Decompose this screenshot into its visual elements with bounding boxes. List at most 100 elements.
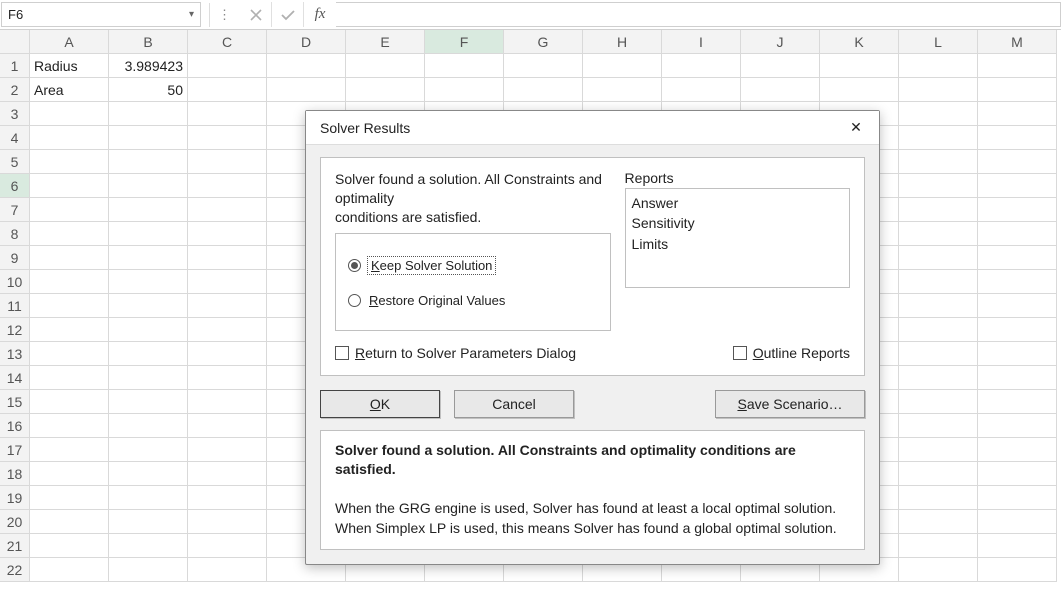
cell[interactable] [188, 342, 267, 366]
cell[interactable] [109, 414, 188, 438]
cell[interactable] [109, 150, 188, 174]
cell[interactable] [899, 534, 978, 558]
cell[interactable] [978, 222, 1057, 246]
cell[interactable] [899, 294, 978, 318]
cell[interactable] [899, 198, 978, 222]
cell[interactable] [30, 198, 109, 222]
cell[interactable] [30, 294, 109, 318]
fx-icon[interactable]: fx [304, 2, 336, 27]
cell[interactable] [899, 390, 978, 414]
cell[interactable] [188, 246, 267, 270]
ok-button[interactable]: OK [320, 390, 440, 418]
cell[interactable] [109, 270, 188, 294]
cell[interactable] [978, 342, 1057, 366]
column-header[interactable]: J [741, 30, 820, 54]
cell[interactable] [662, 78, 741, 102]
cell[interactable] [188, 462, 267, 486]
column-header[interactable]: K [820, 30, 899, 54]
row-header[interactable]: 11 [0, 294, 30, 318]
cell[interactable] [188, 126, 267, 150]
cell[interactable] [899, 174, 978, 198]
save-scenario-button[interactable]: Save Scenario… [715, 390, 865, 418]
name-box[interactable]: F6 ▾ [1, 2, 201, 27]
cell[interactable]: 50 [109, 78, 188, 102]
cell[interactable] [30, 222, 109, 246]
cell[interactable] [188, 174, 267, 198]
chevron-down-icon[interactable]: ▾ [189, 9, 194, 20]
row-header[interactable]: 8 [0, 222, 30, 246]
cell[interactable]: 3.989423 [109, 54, 188, 78]
cell[interactable] [820, 54, 899, 78]
formula-input[interactable] [336, 2, 1061, 27]
cell[interactable] [899, 462, 978, 486]
cell[interactable] [109, 390, 188, 414]
reports-listbox[interactable]: Answer Sensitivity Limits [625, 188, 850, 288]
row-header[interactable]: 17 [0, 438, 30, 462]
cell[interactable] [899, 366, 978, 390]
cell[interactable] [30, 486, 109, 510]
cell[interactable] [978, 78, 1057, 102]
cell[interactable] [109, 318, 188, 342]
cell[interactable] [30, 174, 109, 198]
cell[interactable] [109, 462, 188, 486]
cell[interactable] [109, 174, 188, 198]
row-header[interactable]: 6 [0, 174, 30, 198]
cell[interactable] [978, 54, 1057, 78]
cell[interactable] [30, 558, 109, 582]
cell[interactable] [30, 126, 109, 150]
row-header[interactable]: 4 [0, 126, 30, 150]
row-header[interactable]: 15 [0, 390, 30, 414]
cell[interactable] [504, 78, 583, 102]
cell[interactable] [425, 78, 504, 102]
row-header[interactable]: 12 [0, 318, 30, 342]
cell[interactable] [188, 294, 267, 318]
cell[interactable] [978, 414, 1057, 438]
radio-restore-values[interactable]: Restore Original Values [348, 293, 598, 308]
cell[interactable] [109, 102, 188, 126]
cell[interactable] [899, 150, 978, 174]
row-header[interactable]: 20 [0, 510, 30, 534]
cell[interactable] [109, 366, 188, 390]
row-header[interactable]: 3 [0, 102, 30, 126]
cell[interactable] [425, 54, 504, 78]
cell[interactable] [30, 438, 109, 462]
list-item[interactable]: Answer [632, 193, 843, 213]
cell[interactable] [978, 438, 1057, 462]
cell[interactable] [188, 318, 267, 342]
cell[interactable] [30, 534, 109, 558]
cell[interactable] [820, 78, 899, 102]
row-header[interactable]: 10 [0, 270, 30, 294]
cell[interactable] [109, 558, 188, 582]
dialog-titlebar[interactable]: Solver Results ✕ [306, 111, 879, 145]
cell[interactable] [346, 78, 425, 102]
cell[interactable] [741, 54, 820, 78]
row-header[interactable]: 22 [0, 558, 30, 582]
cell[interactable] [109, 294, 188, 318]
cell[interactable] [30, 414, 109, 438]
cell[interactable] [188, 366, 267, 390]
row-header[interactable]: 18 [0, 462, 30, 486]
cell[interactable] [978, 174, 1057, 198]
cell[interactable] [188, 78, 267, 102]
cell[interactable] [899, 102, 978, 126]
cell[interactable] [109, 198, 188, 222]
cell[interactable] [978, 270, 1057, 294]
cell[interactable] [583, 54, 662, 78]
row-header[interactable]: 1 [0, 54, 30, 78]
cell[interactable] [30, 342, 109, 366]
cell[interactable] [978, 366, 1057, 390]
row-header[interactable]: 13 [0, 342, 30, 366]
column-header[interactable]: G [504, 30, 583, 54]
cell[interactable] [109, 246, 188, 270]
cell[interactable] [346, 54, 425, 78]
column-header[interactable]: H [583, 30, 662, 54]
cell[interactable] [899, 558, 978, 582]
cell[interactable] [188, 198, 267, 222]
cell[interactable] [109, 534, 188, 558]
cell[interactable] [978, 294, 1057, 318]
cell[interactable] [30, 510, 109, 534]
cell[interactable] [899, 78, 978, 102]
cell[interactable] [188, 54, 267, 78]
cell[interactable] [899, 438, 978, 462]
select-all-corner[interactable] [0, 30, 30, 54]
